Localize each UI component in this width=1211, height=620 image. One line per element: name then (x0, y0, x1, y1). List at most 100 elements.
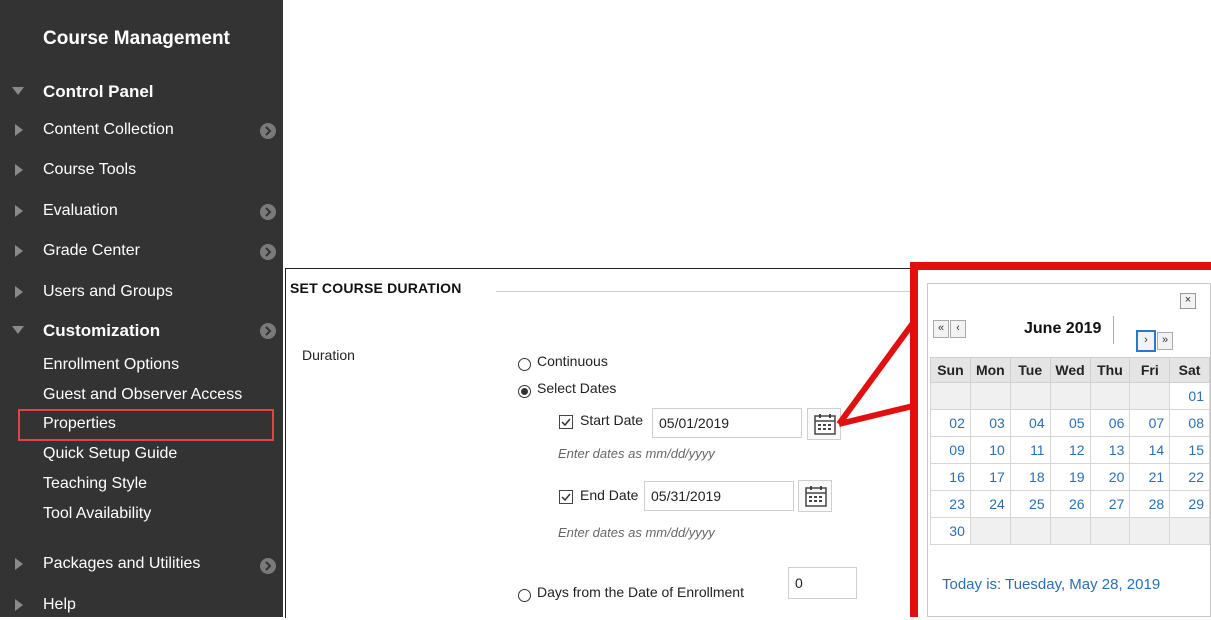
calendar-day[interactable]: 27 (1089, 490, 1131, 518)
end-date-checkbox[interactable] (559, 490, 573, 504)
calendar-day[interactable]: 05 (1049, 409, 1091, 437)
calendar-day[interactable]: 02 (930, 409, 971, 437)
calendar-day[interactable]: 07 (1129, 409, 1171, 437)
end-date-hint: Enter dates as mm/dd/yyyy (558, 525, 715, 540)
calendar-day[interactable]: 22 (1169, 463, 1210, 491)
days-input[interactable] (788, 567, 857, 599)
calendar-day[interactable]: 08 (1169, 409, 1210, 437)
end-date-calendar-button[interactable] (798, 480, 832, 512)
sidebar-item-label: Packages and Utilities (43, 555, 201, 572)
calendar-day[interactable]: 30 (930, 517, 971, 545)
radio-days-from-enrollment[interactable] (518, 589, 531, 602)
calendar-day[interactable]: 13 (1089, 436, 1131, 464)
calendar-empty-cell (1169, 517, 1210, 545)
sidebar-item-label: Content Collection (43, 121, 174, 138)
collapse-triangle-icon (12, 87, 24, 95)
days-from-enrollment-label: Days from the Date of Enrollment (537, 584, 744, 600)
calendar-icon (805, 486, 827, 507)
calendar-days: 01 02 03 04 05 06 07 08 09 10 11 12 13 14 15 16 17 18 19 20… (930, 382, 1210, 545)
radio-continuous[interactable] (518, 358, 531, 371)
end-date-input[interactable] (644, 481, 794, 511)
calendar-day[interactable]: 25 (1009, 490, 1051, 518)
calendar-month-title: June 2019 (1024, 320, 1102, 337)
prev-year-button[interactable]: « (933, 320, 949, 338)
start-date-input[interactable] (652, 408, 802, 438)
calendar-day[interactable]: 06 (1089, 409, 1131, 437)
circle-arrow-icon[interactable] (260, 123, 276, 139)
circle-arrow-icon[interactable] (260, 323, 276, 339)
weekday-header: Wed (1049, 357, 1091, 383)
calendar-day[interactable]: 10 (969, 436, 1011, 464)
expand-triangle-icon (15, 245, 23, 257)
sidebar-item-course-tools[interactable]: Course Tools (0, 157, 283, 185)
calendar-day[interactable]: 26 (1049, 490, 1091, 518)
duration-label: Duration (302, 347, 355, 363)
sidebar-item-users-and-groups[interactable]: Users and Groups (0, 279, 283, 307)
calendar-empty-cell (930, 382, 971, 410)
sidebar-item-label: Course Tools (43, 161, 137, 178)
calendar-day[interactable]: 19 (1049, 463, 1091, 491)
calendar-day[interactable]: 16 (930, 463, 971, 491)
sidebar-item-evaluation[interactable]: Evaluation (0, 198, 283, 226)
calendar-empty-cell (1009, 382, 1051, 410)
next-year-button[interactable]: » (1157, 332, 1173, 350)
sidebar-item-help[interactable]: Help (0, 592, 283, 620)
collapse-triangle-icon (12, 326, 24, 334)
calendar-empty-cell (1129, 517, 1171, 545)
expand-triangle-icon (15, 599, 23, 611)
expand-triangle-icon (15, 286, 23, 298)
section-divider (496, 291, 916, 292)
next-month-button[interactable]: › (1136, 330, 1156, 352)
calendar-day[interactable]: 03 (969, 409, 1011, 437)
sidebar-item-label: Help (43, 596, 76, 613)
close-icon[interactable]: × (1180, 293, 1196, 309)
start-date-calendar-button[interactable] (807, 408, 841, 440)
calendar-day[interactable]: 11 (1009, 436, 1051, 464)
sidebar-link-quick-setup-guide[interactable]: Quick Setup Guide (43, 445, 177, 463)
weekday-header: Fri (1129, 357, 1171, 383)
properties-highlight-box (18, 409, 274, 441)
select-dates-label: Select Dates (537, 380, 617, 396)
calendar-day[interactable]: 28 (1129, 490, 1171, 518)
sidebar-link-teaching-style[interactable]: Teaching Style (43, 475, 147, 493)
weekday-header: Sat (1169, 357, 1210, 383)
sidebar-item-label: Evaluation (43, 202, 118, 219)
course-management-sidebar: Course Management Control Panel Content … (0, 0, 283, 617)
start-date-checkbox[interactable] (559, 415, 573, 429)
weekday-header: Mon (969, 357, 1011, 383)
circle-arrow-icon[interactable] (260, 244, 276, 260)
calendar-day[interactable]: 24 (969, 490, 1011, 518)
weekday-header: Tue (1009, 357, 1051, 383)
calendar-day[interactable]: 14 (1129, 436, 1171, 464)
prev-month-button[interactable]: ‹ (950, 320, 966, 338)
sidebar-item-label: Users and Groups (43, 283, 173, 300)
sidebar-item-content-collection[interactable]: Content Collection (0, 117, 283, 145)
calendar-day[interactable]: 15 (1169, 436, 1210, 464)
calendar-day[interactable]: 12 (1049, 436, 1091, 464)
circle-arrow-icon[interactable] (260, 204, 276, 220)
sidebar-link-enrollment-options[interactable]: Enrollment Options (43, 356, 179, 374)
control-panel-header[interactable]: Control Panel (0, 77, 283, 107)
calendar-week-row: 01 (930, 382, 1210, 410)
calendar-day[interactable]: 23 (930, 490, 971, 518)
circle-arrow-icon[interactable] (260, 558, 276, 574)
calendar-day[interactable]: 21 (1129, 463, 1171, 491)
customization-header[interactable]: Customization (0, 316, 283, 346)
calendar-day[interactable]: 01 (1169, 382, 1210, 410)
calendar-day[interactable]: 04 (1009, 409, 1051, 437)
calendar-week-row: 30 (930, 517, 1210, 545)
sidebar-link-guest-observer-access[interactable]: Guest and Observer Access (43, 386, 242, 404)
radio-select-dates[interactable] (518, 385, 531, 398)
sidebar-item-grade-center[interactable]: Grade Center (0, 238, 283, 266)
calendar-day[interactable]: 18 (1009, 463, 1051, 491)
calendar-week-row: 23 24 25 26 27 28 29 (930, 490, 1210, 518)
calendar-day[interactable]: 09 (930, 436, 971, 464)
sidebar-item-packages-and-utilities[interactable]: Packages and Utilities (0, 551, 283, 579)
today-link[interactable]: Today is: Tuesday, May 28, 2019 (942, 576, 1160, 593)
calendar-icon (814, 414, 836, 435)
calendar-day[interactable]: 29 (1169, 490, 1210, 518)
sidebar-link-tool-availability[interactable]: Tool Availability (43, 505, 151, 523)
calendar-day[interactable]: 17 (969, 463, 1011, 491)
calendar-day[interactable]: 20 (1089, 463, 1131, 491)
calendar-week-row: 02 03 04 05 06 07 08 (930, 409, 1210, 437)
